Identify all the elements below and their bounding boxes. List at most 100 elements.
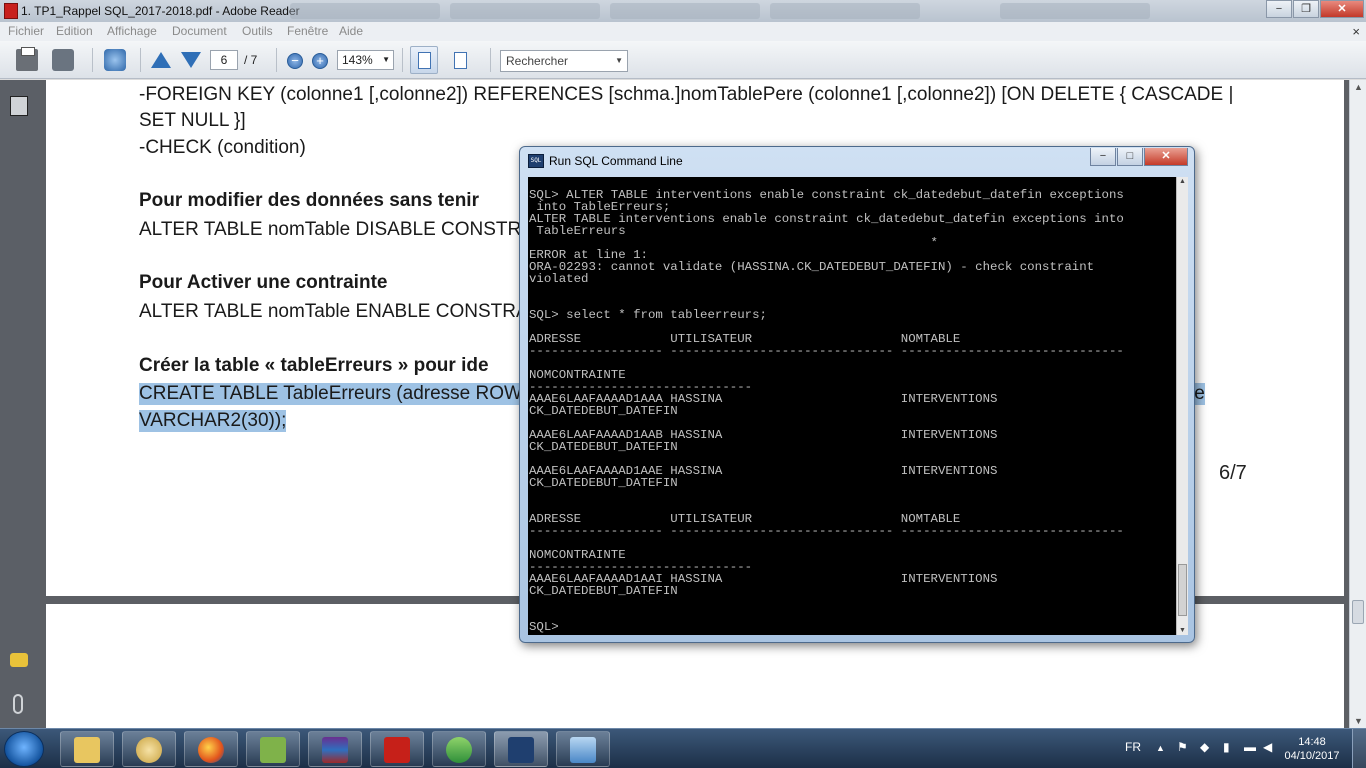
menu-bar: Fichier Edition Affichage Document Outil… <box>0 22 1366 41</box>
taskbar-sql-command-line[interactable] <box>494 731 548 767</box>
next-page-icon[interactable] <box>181 52 201 68</box>
toolbar: 6 / 7 − + 143% ▼ Rechercher ▼ <box>0 41 1366 79</box>
power-icon[interactable]: ▬ <box>1244 740 1256 754</box>
close-document-icon[interactable]: × <box>1352 24 1360 39</box>
fit-width-button[interactable] <box>410 46 438 74</box>
doc-text-line: -CHECK (condition) <box>139 137 306 158</box>
menu-affichage[interactable]: Affichage <box>107 24 157 38</box>
doc-heading: Pour modifier des données sans tenir <box>139 190 479 211</box>
scroll-up-icon[interactable]: ▲ <box>1354 82 1363 92</box>
collaborate-icon[interactable] <box>104 49 126 71</box>
search-input[interactable]: Rechercher ▼ <box>500 50 628 72</box>
sql-command-line-window[interactable]: SQL Run SQL Command Line − □ ✕ SQL> ALTE… <box>519 146 1195 643</box>
toolbar-separator <box>140 48 141 72</box>
menu-edition[interactable]: Edition <box>56 24 93 38</box>
zoom-value: 143% <box>342 53 373 67</box>
sql-minimize-button[interactable]: − <box>1090 148 1116 166</box>
zoom-select[interactable]: 143% ▼ <box>337 50 394 70</box>
page-number-label: 6/7 <box>1219 462 1247 484</box>
menu-fichier[interactable]: Fichier <box>8 24 44 38</box>
background-tab-ghost <box>770 3 920 19</box>
fit-page-icon <box>454 52 467 69</box>
sql-icon: SQL <box>528 154 544 168</box>
volume-icon[interactable]: ◀ <box>1263 740 1272 754</box>
search-placeholder: Rechercher <box>506 54 569 68</box>
taskbar-network[interactable] <box>556 731 610 767</box>
background-tab-ghost <box>290 3 440 19</box>
doc-selected-text: VARCHAR2(30)); <box>139 410 287 432</box>
comments-icon[interactable] <box>10 653 28 667</box>
show-hidden-icons[interactable]: ▲ <box>1156 743 1165 753</box>
menu-fenetre[interactable]: Fenêtre <box>287 24 328 38</box>
close-button[interactable]: ✕ <box>1320 0 1364 18</box>
flag-icon[interactable]: ⚑ <box>1177 740 1188 754</box>
media-player-icon <box>446 737 472 763</box>
console-output: SQL> ALTER TABLE interventions enable co… <box>529 188 1124 634</box>
language-indicator[interactable]: FR <box>1125 740 1141 754</box>
toolbar-separator <box>92 48 93 72</box>
system-clock[interactable]: 14:48 04/10/2017 <box>1283 735 1341 763</box>
taskbar-winrar[interactable] <box>308 731 362 767</box>
taskbar-notepad[interactable] <box>246 731 300 767</box>
taskbar-adobe-reader[interactable] <box>370 731 424 767</box>
network-signal-icon[interactable]: ▮ <box>1223 740 1230 754</box>
navigation-panel <box>0 80 40 728</box>
chevron-down-icon[interactable]: ▼ <box>615 51 623 71</box>
background-tab-ghost <box>450 3 600 19</box>
doc-heading: Pour Activer une contrainte <box>139 272 388 293</box>
doc-heading: Créer la table « tableErreurs » pour ide <box>139 355 489 376</box>
dropbox-icon[interactable]: ◆ <box>1200 740 1209 754</box>
window-title: 1. TP1_Rappel SQL_2017-2018.pdf - Adobe … <box>21 4 300 18</box>
print-icon[interactable] <box>16 47 38 71</box>
windows-start-button[interactable] <box>4 731 44 767</box>
notepad-icon <box>260 737 286 763</box>
scroll-up-icon[interactable]: ▲ <box>1179 178 1186 185</box>
firefox-icon <box>198 737 224 763</box>
adobe-reader-icon <box>4 3 18 19</box>
network-icon <box>570 737 596 763</box>
share-icon[interactable] <box>52 49 74 71</box>
adobe-reader-icon <box>384 737 410 763</box>
maximize-button[interactable]: ❐ <box>1293 0 1319 18</box>
taskbar-firefox[interactable] <box>184 731 238 767</box>
sql-maximize-button[interactable]: □ <box>1117 148 1143 166</box>
zoom-out-button[interactable]: − <box>287 53 303 69</box>
title-bar: 1. TP1_Rappel SQL_2017-2018.pdf - Adobe … <box>0 0 1366 22</box>
toolbar-separator <box>490 48 491 72</box>
scroll-down-icon[interactable]: ▼ <box>1354 716 1363 726</box>
sql-close-button[interactable]: ✕ <box>1144 148 1188 166</box>
doc-text-line: -FOREIGN KEY (colonne1 [,colonne2]) REFE… <box>139 84 1234 105</box>
menu-outils[interactable]: Outils <box>242 24 273 38</box>
page-number-input[interactable]: 6 <box>210 50 238 70</box>
document-scrollbar[interactable]: ▲ ▼ <box>1349 80 1366 728</box>
background-tab-ghost <box>1000 3 1150 19</box>
sql-window-title: Run SQL Command Line <box>549 154 683 168</box>
scrollbar-thumb[interactable] <box>1352 600 1364 624</box>
menu-aide[interactable]: Aide <box>339 24 363 38</box>
menu-document[interactable]: Document <box>172 24 227 38</box>
sql-console[interactable]: SQL> ALTER TABLE interventions enable co… <box>528 177 1176 635</box>
taskbar-explorer[interactable] <box>60 731 114 767</box>
pages-icon[interactable] <box>10 96 28 116</box>
fit-width-icon <box>418 52 431 69</box>
page-total: / 7 <box>244 53 258 67</box>
toolbar-separator <box>402 48 403 72</box>
paint-palette-icon <box>136 737 162 763</box>
folder-icon <box>74 737 100 763</box>
minimize-button[interactable]: − <box>1266 0 1292 18</box>
console-scrollbar[interactable]: ▲ ▼ <box>1176 177 1188 635</box>
taskbar-media-player[interactable] <box>432 731 486 767</box>
previous-page-icon[interactable] <box>151 52 171 68</box>
fit-page-button[interactable] <box>446 46 474 74</box>
scroll-down-icon[interactable]: ▼ <box>1179 627 1186 634</box>
chevron-down-icon: ▼ <box>382 55 390 64</box>
doc-text-line: ALTER TABLE nomTable DISABLE CONSTRAI <box>139 219 540 240</box>
doc-text-line: ALTER TABLE nomTable ENABLE CONSTRAI <box>139 301 534 322</box>
taskbar-paint[interactable] <box>122 731 176 767</box>
background-tab-ghost <box>610 3 760 19</box>
zoom-in-button[interactable]: + <box>312 53 328 69</box>
console-scrollbar-thumb[interactable] <box>1178 564 1187 616</box>
attachments-icon[interactable] <box>13 694 23 714</box>
show-desktop-button[interactable] <box>1352 729 1366 768</box>
clock-time: 14:48 <box>1298 736 1326 748</box>
